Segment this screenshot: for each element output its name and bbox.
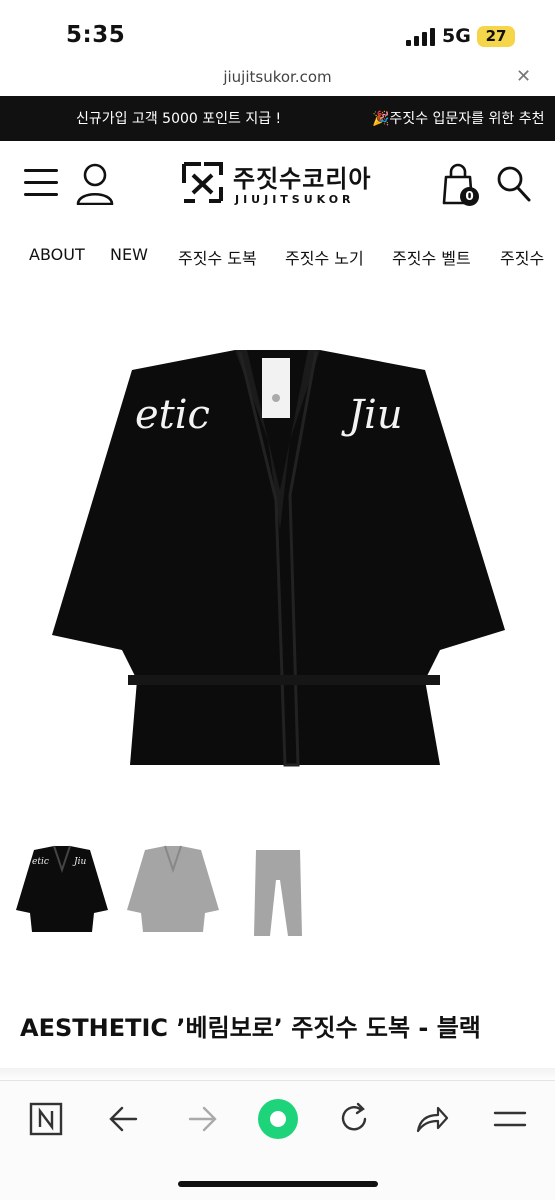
- refresh-icon[interactable]: [336, 1101, 372, 1137]
- clock: 5:35: [66, 22, 126, 48]
- battery-indicator: 27: [477, 26, 515, 47]
- logo-korean-text: 주짓수코리아: [233, 165, 372, 193]
- home-indicator[interactable]: [178, 1181, 378, 1187]
- nav-item-belt[interactable]: 주짓수 벨트: [392, 245, 471, 269]
- user-icon[interactable]: [76, 163, 114, 205]
- thumbnail-black-gi-jacket[interactable]: etic Jiu: [12, 840, 112, 940]
- logo-mark-icon: [182, 162, 223, 203]
- product-main-image[interactable]: etic Jiu: [40, 330, 515, 780]
- nav-item-gi[interactable]: 주짓수 도복: [178, 245, 257, 269]
- nav-item-more[interactable]: 주짓수: [500, 245, 544, 269]
- cart-count-badge: 0: [460, 187, 479, 206]
- thumbnail-grey-gi-jacket[interactable]: [123, 840, 223, 940]
- home-icon[interactable]: [256, 1097, 300, 1141]
- url-text[interactable]: jiujitsukor.com: [0, 68, 555, 86]
- print-right: Jiu: [341, 392, 403, 438]
- svg-text:Jiu: Jiu: [72, 857, 86, 867]
- nav-item-nogi[interactable]: 주짓수 노기: [285, 245, 364, 269]
- naver-icon[interactable]: [28, 1101, 64, 1137]
- close-icon[interactable]: ✕: [516, 66, 531, 87]
- product-thumbnails: etic Jiu: [0, 840, 555, 950]
- promo-item[interactable]: 🎉주짓수 입문자를 위한 추천: [372, 108, 544, 128]
- svg-text:etic: etic: [32, 857, 49, 867]
- thumbnail-grey-gi-pants[interactable]: [228, 840, 328, 940]
- promo-item[interactable]: 신규가입 고객 5000 포인트 지급 !: [76, 108, 281, 128]
- nav-item-new[interactable]: NEW: [110, 245, 148, 264]
- category-nav: ABOUT NEW 주짓수 도복 주짓수 노기 주짓수 벨트 주짓수: [0, 231, 555, 279]
- nav-item-about[interactable]: ABOUT: [29, 245, 85, 264]
- site-header: 주짓수코리아 JIUJITSUKOR 0: [0, 141, 555, 231]
- menu-icon[interactable]: [492, 1101, 528, 1137]
- cart-button[interactable]: 0: [442, 163, 482, 207]
- browser-url-bar[interactable]: jiujitsukor.com ✕: [0, 64, 555, 96]
- forward-icon[interactable]: [184, 1101, 220, 1137]
- share-icon[interactable]: [414, 1101, 450, 1137]
- search-icon[interactable]: [496, 165, 532, 203]
- browser-toolbar: [0, 1080, 555, 1200]
- status-bar: 5:35 5G 27: [0, 0, 555, 64]
- site-logo[interactable]: 주짓수코리아 JIUJITSUKOR: [181, 159, 381, 209]
- product-title: AESTHETIC ’베림보로’ 주짓수 도복 - 블랙: [20, 1014, 481, 1042]
- hamburger-menu-icon[interactable]: [24, 169, 58, 197]
- print-left: etic: [135, 392, 210, 438]
- network-type: 5G: [442, 25, 471, 47]
- cellular-signal-icon: [406, 28, 435, 46]
- logo-english-text: JIUJITSUKOR: [235, 193, 355, 206]
- back-icon[interactable]: [106, 1101, 142, 1137]
- promo-banner[interactable]: 신규가입 고객 5000 포인트 지급 ! 🎉주짓수 입문자를 위한 추천: [0, 96, 555, 141]
